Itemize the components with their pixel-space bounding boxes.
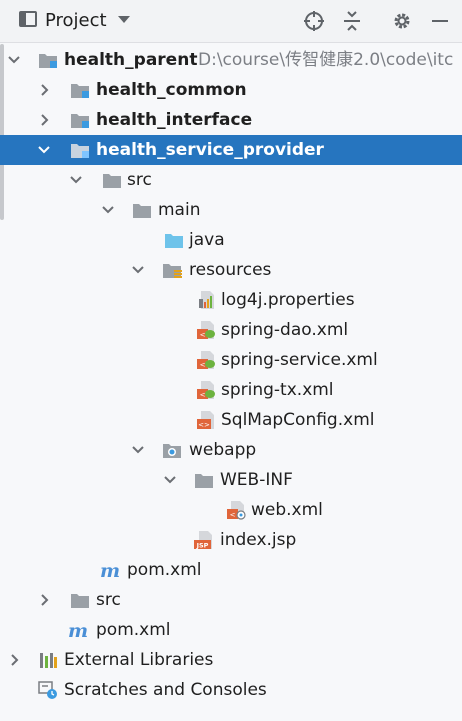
tree-node-label: SqlMapConfig.xml [221, 410, 375, 430]
tree-node-spring-dao-xml[interactable]: < spring-dao.xml [0, 315, 462, 345]
tree-node-label: health_interface [96, 110, 253, 130]
chevron-down-icon[interactable] [130, 435, 146, 465]
tree-node-health-interface[interactable]: health_interface [0, 105, 462, 135]
tree-node-label: External Libraries [64, 650, 214, 670]
tree-node-label: index.jsp [220, 530, 297, 550]
svg-text:JSP: JSP [196, 542, 209, 550]
tree-node-java[interactable]: java [0, 225, 462, 255]
tree-node-web-inf[interactable]: WEB-INF [0, 465, 462, 495]
locate-icon[interactable] [302, 9, 326, 33]
module-path-text: D:\course\传智健康2.0\code\itc [198, 50, 454, 70]
tree-node-label: resources [189, 260, 272, 280]
tree-node-web-xml[interactable]: < web.xml [0, 495, 462, 525]
tree-node-label: webapp [189, 440, 257, 460]
maven-icon: m [68, 620, 88, 640]
tree-node-root-src[interactable]: src [0, 585, 462, 615]
chevron-right-icon[interactable] [36, 105, 52, 135]
tree-node-label: pom.xml [96, 620, 171, 640]
chevron-down-icon[interactable] [6, 45, 22, 75]
svg-text:<: < [230, 511, 236, 519]
chevron-right-icon[interactable] [6, 645, 22, 675]
scratches-icon [38, 680, 58, 700]
jsp-file-icon: JSP [194, 530, 214, 550]
project-toolwindow-header: Project [0, 0, 462, 43]
tree-node-log4j-properties[interactable]: log4j.properties [0, 285, 462, 315]
resources-folder-icon [162, 260, 182, 280]
folder-icon [70, 590, 90, 610]
web-folder-icon [162, 440, 182, 460]
tree-node-label: WEB-INF [220, 470, 293, 490]
tree-node-src[interactable]: src [0, 165, 462, 195]
minimize-icon[interactable] [428, 9, 452, 33]
tree-node-label: spring-service.xml [221, 350, 378, 370]
svg-text:<: < [200, 361, 206, 369]
tree-node-label: web.xml [251, 500, 323, 520]
source-folder-icon [164, 230, 184, 250]
tree-node-label: src [127, 170, 152, 190]
svg-text:<: < [200, 331, 206, 339]
properties-file-icon [196, 290, 216, 310]
web-xml-file-icon: < [226, 500, 246, 520]
tree-node-label: health_parent [64, 50, 198, 70]
module-folder-icon [70, 110, 90, 130]
svg-text:<>: <> [198, 421, 210, 429]
tree-node-index-jsp[interactable]: JSP index.jsp [0, 525, 462, 555]
tree-node-health-common[interactable]: health_common [0, 75, 462, 105]
tree-node-spring-service-xml[interactable]: < spring-service.xml [0, 345, 462, 375]
xml-file-icon: <> [196, 410, 216, 430]
tree-node-label: Scratches and Consoles [64, 680, 267, 700]
tree-node-label: health_common [96, 80, 247, 100]
chevron-right-icon[interactable] [36, 585, 52, 615]
svg-text:<: < [200, 391, 206, 399]
tree-node-root-pom-xml[interactable]: m pom.xml [0, 615, 462, 645]
chevron-down-icon[interactable] [100, 195, 116, 225]
tree-node-health-parent[interactable]: health_parent D:\course\传智健康2.0\code\itc [0, 45, 462, 75]
chevron-down-icon[interactable] [36, 135, 52, 165]
tree-node-spring-tx-xml[interactable]: < spring-tx.xml [0, 375, 462, 405]
panel-title[interactable]: Project [45, 9, 107, 33]
tree-node-label: src [96, 590, 121, 610]
tree-node-label: spring-tx.xml [221, 380, 334, 400]
project-panel-icon[interactable] [19, 11, 37, 27]
chevron-right-icon[interactable] [36, 75, 52, 105]
libraries-icon [38, 650, 58, 670]
chevron-down-icon[interactable] [162, 465, 178, 495]
chevron-down-icon[interactable] [68, 165, 84, 195]
spring-xml-file-icon: < [196, 320, 216, 340]
tree-node-label: java [189, 230, 225, 250]
tree-node-resources[interactable]: resources [0, 255, 462, 285]
svg-text:m: m [68, 620, 88, 640]
chevron-down-icon[interactable] [130, 255, 146, 285]
tree-node-label: health_service_provider [96, 140, 324, 160]
folder-icon [102, 170, 122, 190]
spring-xml-file-icon: < [196, 350, 216, 370]
module-folder-icon [70, 140, 90, 160]
svg-text:m: m [100, 560, 120, 580]
module-folder-icon [38, 50, 58, 70]
tree-node-sqlmapconfig-xml[interactable]: <> SqlMapConfig.xml [0, 405, 462, 435]
spring-xml-file-icon: < [196, 380, 216, 400]
tree-node-label: pom.xml [127, 560, 202, 580]
maven-icon: m [100, 560, 120, 580]
tree-node-external-libraries[interactable]: External Libraries [0, 645, 462, 675]
folder-icon [194, 470, 214, 490]
tree-node-label: spring-dao.xml [221, 320, 349, 340]
tree-node-module-pom-xml[interactable]: m pom.xml [0, 555, 462, 585]
tree-node-health-service-provider[interactable]: health_service_provider [0, 135, 462, 165]
tree-node-scratches-and-consoles[interactable]: Scratches and Consoles [0, 675, 462, 705]
collapse-all-icon[interactable] [340, 9, 364, 33]
folder-icon [132, 200, 152, 220]
gear-icon[interactable] [390, 9, 414, 33]
tree-node-webapp[interactable]: webapp [0, 435, 462, 465]
tree-node-label: log4j.properties [221, 290, 355, 310]
chevron-down-icon[interactable] [118, 16, 130, 23]
tree-node-main[interactable]: main [0, 195, 462, 225]
module-folder-icon [70, 80, 90, 100]
tree-node-label: main [158, 200, 201, 220]
